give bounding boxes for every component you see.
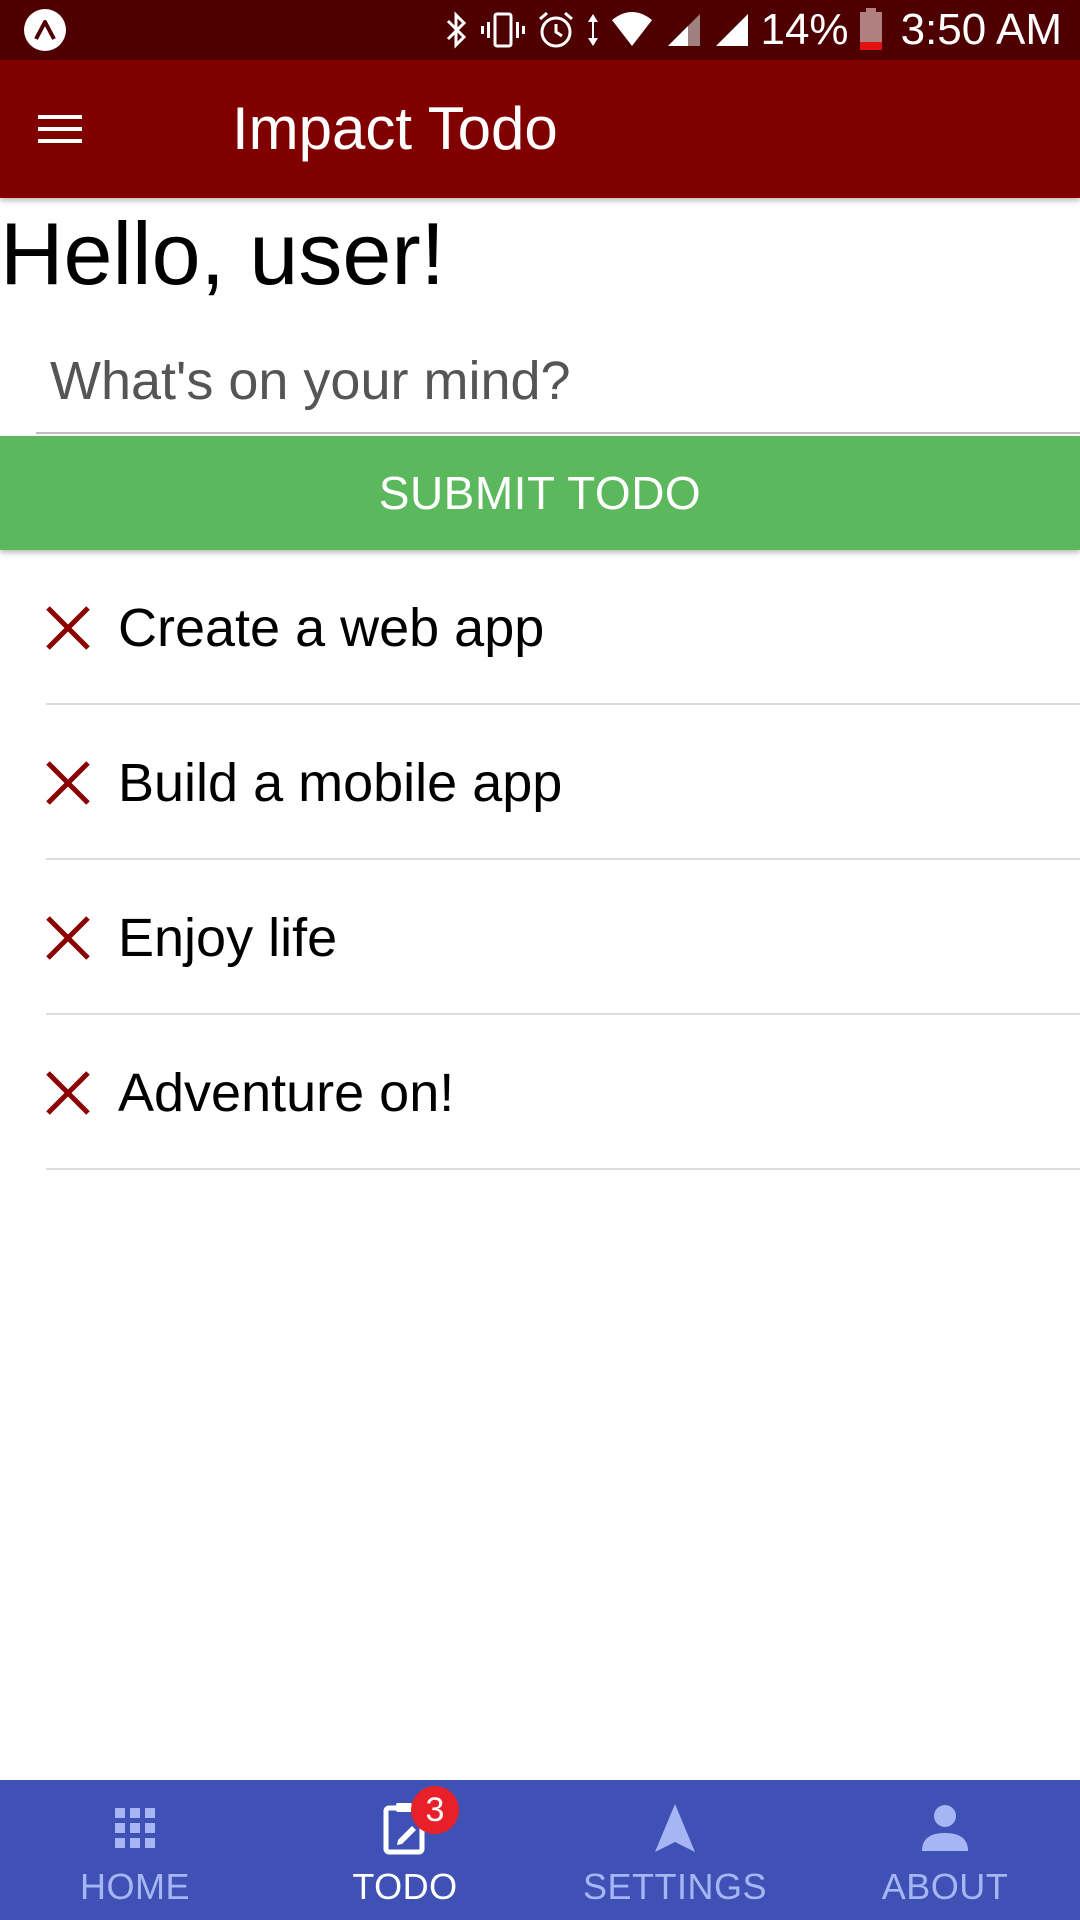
nav-label-todo: TODO: [352, 1866, 458, 1907]
todo-item: Create a web app: [0, 550, 1080, 705]
status-icons: 14% 3:50 AM: [444, 0, 1062, 60]
submit-todo-button[interactable]: SUBMIT TODO: [0, 436, 1080, 550]
expo-icon: [24, 9, 66, 51]
signal-icon: [712, 10, 750, 50]
todo-item: Adventure on!: [0, 1015, 1080, 1170]
greeting-heading: Hello, user!: [0, 204, 446, 303]
close-x-icon[interactable]: [36, 1061, 100, 1125]
signal-icon: [664, 10, 702, 50]
todo-count-badge: 3: [411, 1786, 459, 1834]
vibrate-icon: [480, 10, 526, 50]
close-x-icon[interactable]: [36, 906, 100, 970]
clock: 3:50 AM: [900, 5, 1062, 54]
app-bar: Impact Todo: [0, 60, 1080, 198]
battery-low-icon: [859, 8, 883, 52]
close-x-icon[interactable]: [36, 751, 100, 815]
bottom-navigation: HOME 3 TODO SETTINGS ABOUT: [0, 1780, 1080, 1920]
person-icon: [915, 1798, 975, 1858]
navigation-arrow-icon: [645, 1798, 705, 1858]
nav-item-about[interactable]: ABOUT: [810, 1780, 1080, 1920]
app-title: Impact Todo: [232, 95, 558, 162]
nav-label-settings: SETTINGS: [582, 1866, 768, 1907]
nav-item-todo[interactable]: 3 TODO: [270, 1780, 540, 1920]
close-x-icon[interactable]: [36, 596, 100, 660]
todo-input[interactable]: [36, 330, 1080, 434]
wifi-icon: [610, 10, 654, 50]
hamburger-menu-icon[interactable]: [20, 89, 100, 169]
nav-item-settings[interactable]: SETTINGS: [540, 1780, 810, 1920]
bluetooth-icon: [444, 10, 470, 50]
nav-item-home[interactable]: HOME: [0, 1780, 270, 1920]
todo-text: Enjoy life: [118, 907, 338, 968]
todo-item: Build a mobile app: [0, 705, 1080, 860]
alarm-icon: [536, 10, 576, 50]
todo-item: Enjoy life: [0, 860, 1080, 1015]
data-arrows-icon: [586, 10, 600, 50]
todo-text: Create a web app: [118, 597, 545, 658]
status-bar: 14% 3:50 AM: [0, 0, 1080, 60]
todo-text: Adventure on!: [118, 1062, 455, 1123]
nav-label-about: ABOUT: [881, 1866, 1009, 1907]
todo-list: Create a web app Build a mobile app Enjo…: [0, 550, 1080, 1170]
grid-apps-icon: [105, 1798, 165, 1858]
todo-text: Build a mobile app: [118, 752, 563, 813]
nav-label-home: HOME: [80, 1866, 190, 1907]
battery-percent: 14%: [760, 5, 849, 54]
